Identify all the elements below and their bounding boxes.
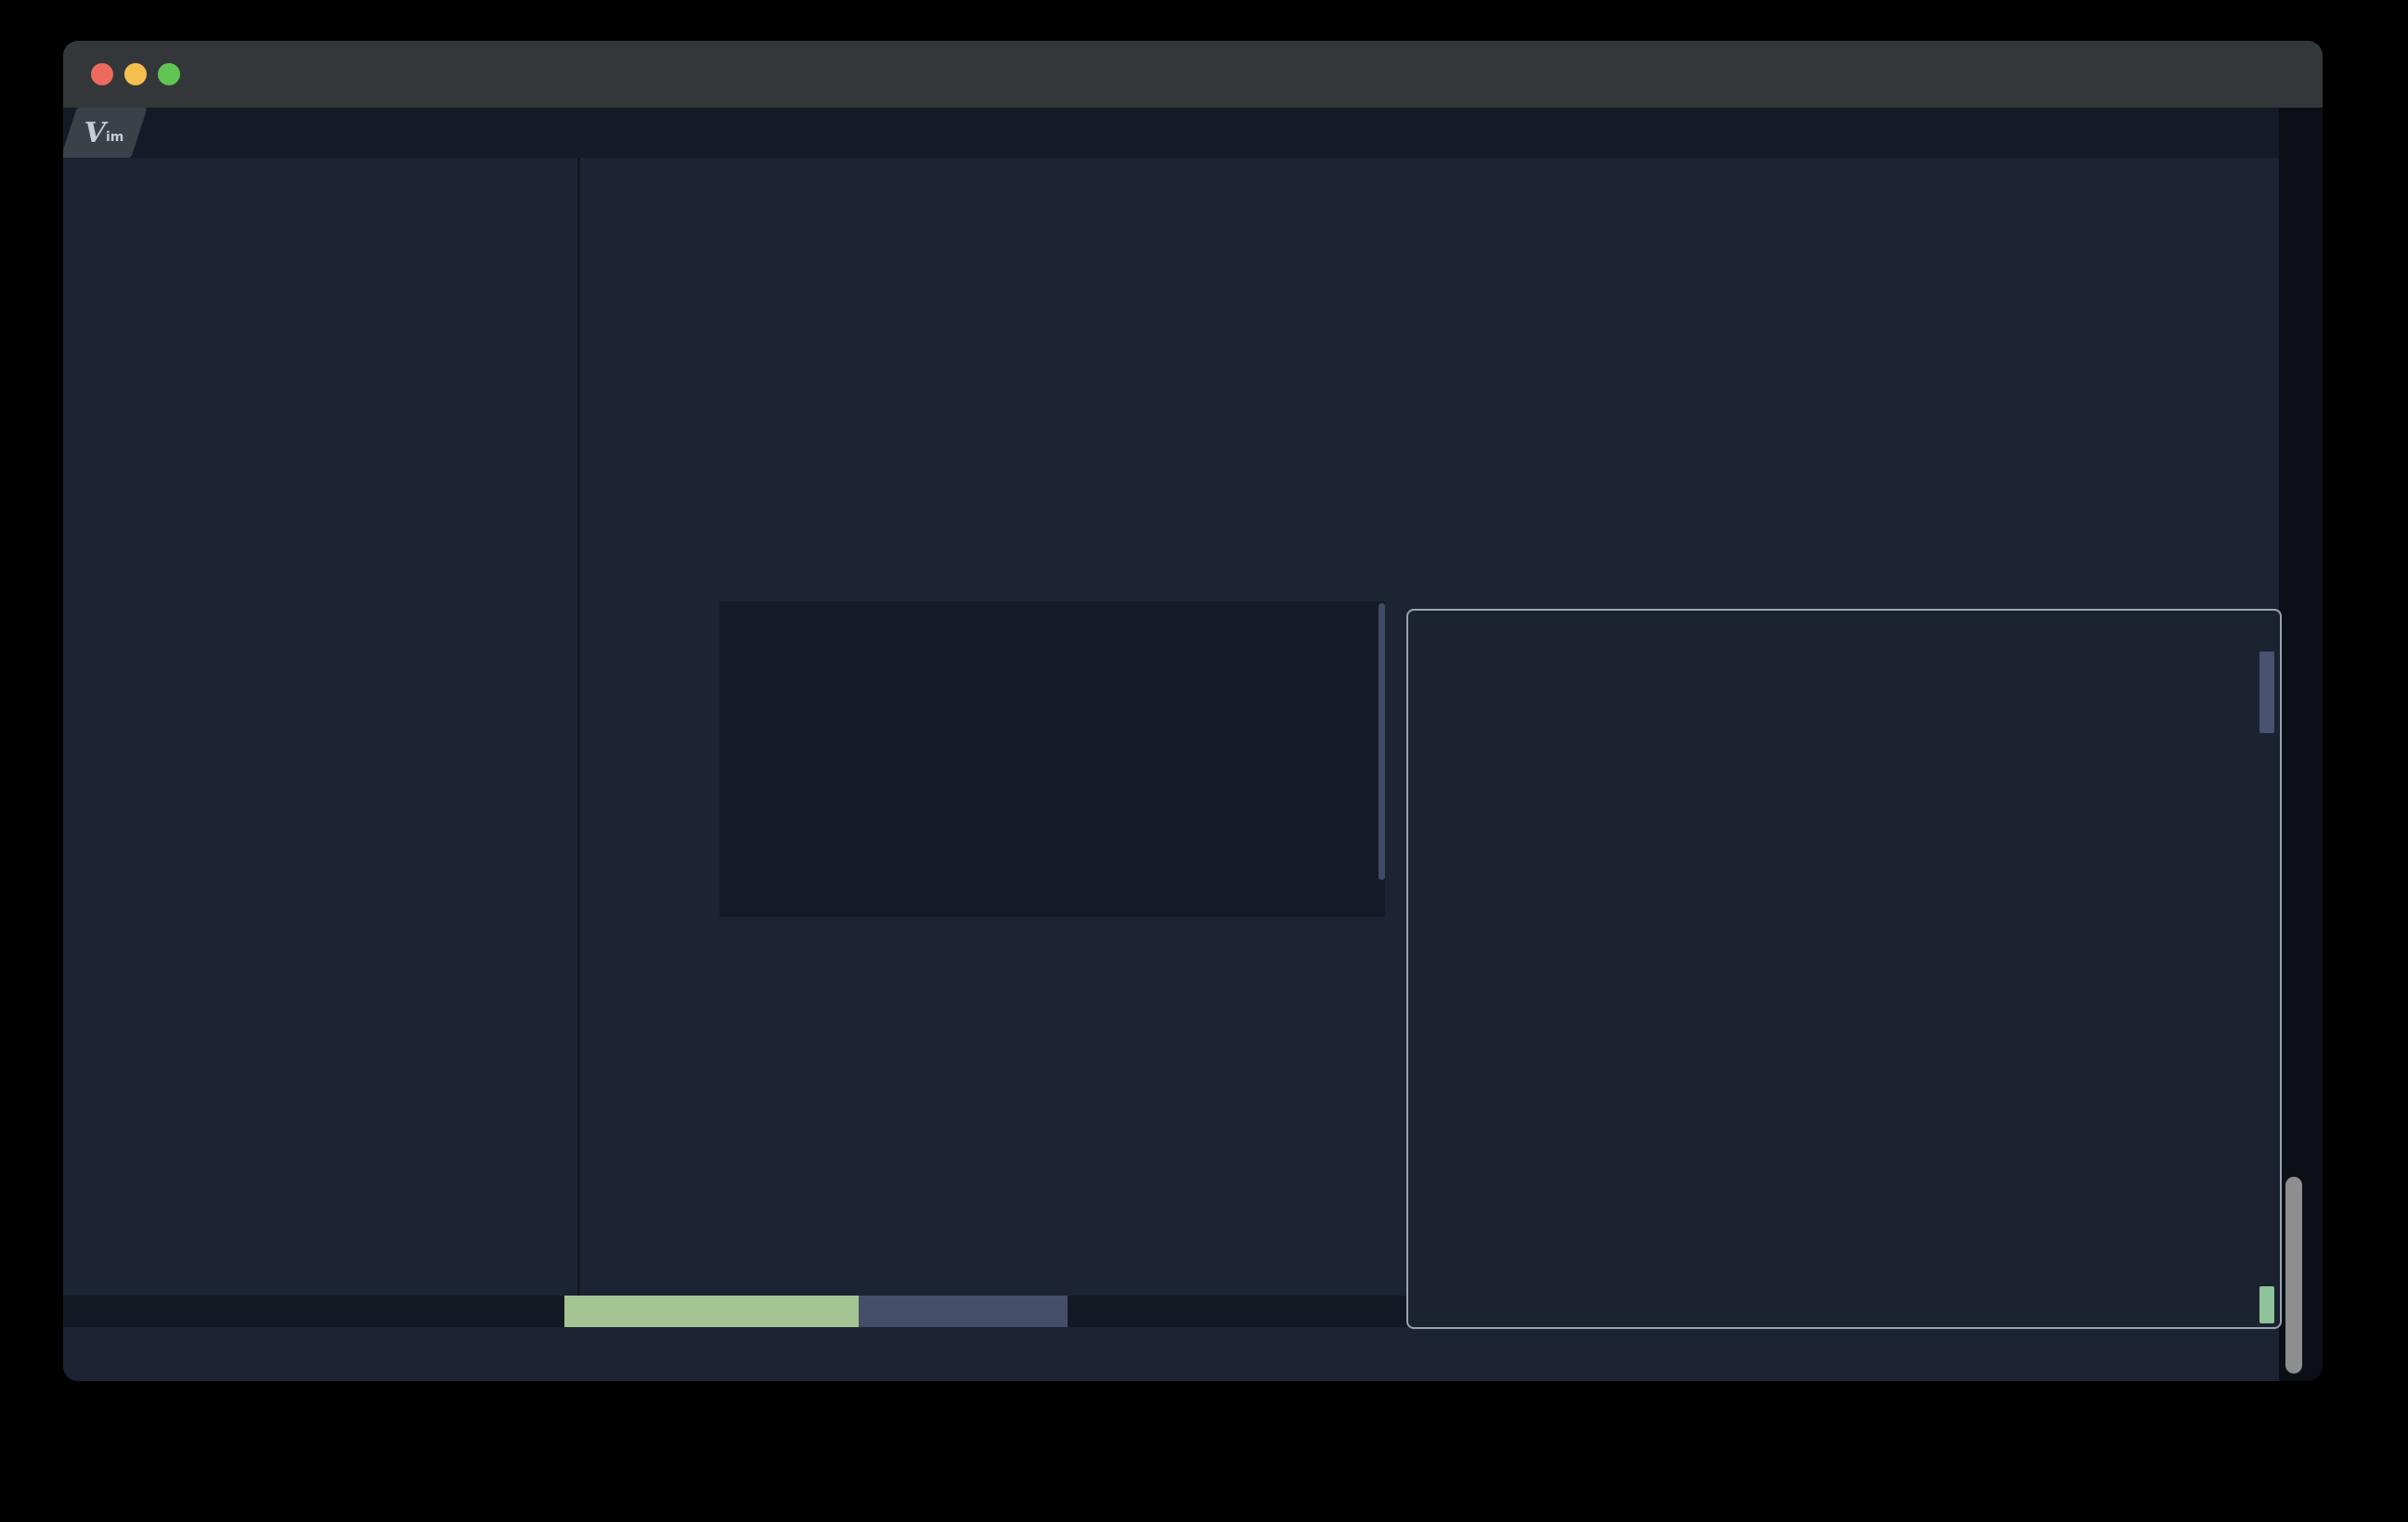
- doc-scrollbar-indicator[interactable]: [2259, 1286, 2274, 1323]
- titlebar: [63, 41, 2323, 109]
- mode-indicator: [859, 1296, 1068, 1327]
- doc-scrollbar-thumb[interactable]: [2259, 651, 2274, 733]
- terminal-window: Vim: [63, 41, 2323, 1381]
- bufferline: Vim: [63, 108, 2279, 158]
- popup-scrollbar[interactable]: [1379, 603, 1385, 880]
- terminal-scrollbar[interactable]: [2285, 1177, 2302, 1374]
- close-window-button[interactable]: [91, 63, 113, 85]
- minimize-window-button[interactable]: [124, 63, 147, 85]
- nvimtree-file-explorer: [63, 158, 577, 1296]
- desktop: Vim: [0, 0, 2408, 1522]
- zoom-window-button[interactable]: [158, 63, 180, 85]
- git-status-segment: [564, 1296, 859, 1327]
- documentation-float: [1406, 609, 2282, 1329]
- command-line: [63, 1327, 2279, 1381]
- vim-logo-icon: Vim: [63, 108, 148, 158]
- completion-popup: [719, 601, 1385, 917]
